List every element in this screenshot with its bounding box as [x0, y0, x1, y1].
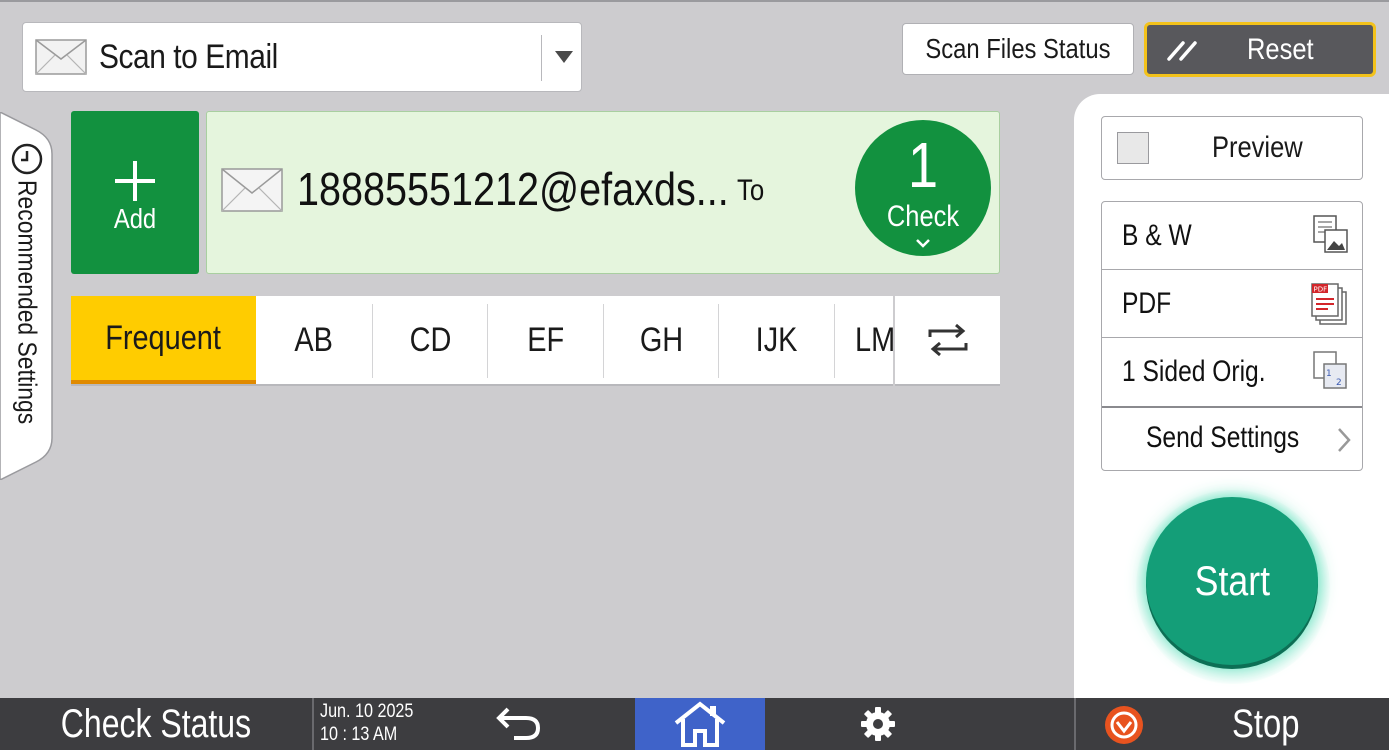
svg-text:2: 2	[1336, 378, 1342, 388]
index-tab-frequent[interactable]: Frequent	[71, 296, 256, 384]
app-selector-label: Scan to Email	[99, 37, 278, 76]
swap-arrows-icon	[928, 323, 967, 357]
setting-file-type[interactable]: PDF PDF	[1102, 270, 1362, 338]
reset-button[interactable]: Reset	[1144, 22, 1376, 77]
date-text: Jun. 10 2025	[320, 701, 414, 722]
preview-label: Preview	[1212, 131, 1303, 164]
chevron-right-icon	[1338, 428, 1351, 452]
switch-index-button[interactable]	[895, 296, 1000, 386]
check-status-label: Check Status	[60, 701, 252, 746]
dropdown-caret-icon[interactable]	[555, 51, 573, 63]
index-tab-ab[interactable]: AB	[256, 296, 372, 384]
home-icon	[674, 701, 726, 747]
reset-label: Reset	[1247, 33, 1314, 66]
bar-separator	[1074, 698, 1076, 750]
preview-toggle[interactable]: Preview	[1101, 116, 1363, 180]
clock-icon	[11, 143, 43, 175]
destination-panel[interactable]: 18885551212@efaxds... To 1 Check	[206, 111, 1000, 274]
stop-button[interactable]: Stop	[1232, 698, 1314, 750]
one-sided-original-icon: 1 2	[1313, 351, 1347, 389]
app-selector-dropdown[interactable]: Scan to Email	[22, 22, 582, 92]
destination-address: 18885551212@efaxds...	[297, 163, 729, 215]
index-tab-lmn[interactable]: LMN	[855, 296, 893, 384]
home-button[interactable]	[635, 698, 765, 750]
add-destination-button[interactable]: Add	[71, 111, 199, 274]
top-edge	[0, 0, 1389, 2]
scan-files-status-button[interactable]: Scan Files Status	[902, 23, 1134, 75]
scan-files-status-label: Scan Files Status	[925, 33, 1111, 64]
stop-icon[interactable]	[1104, 705, 1144, 745]
bar-separator	[312, 698, 314, 750]
send-settings-label: Send Settings	[1146, 421, 1300, 454]
destination-count: 1	[907, 129, 939, 201]
tab-separator	[834, 304, 835, 378]
setting-label: PDF	[1122, 287, 1172, 320]
setting-label: 1 Sided Orig.	[1122, 355, 1266, 388]
dropdown-divider	[541, 35, 542, 81]
index-tab-ijk[interactable]: IJK	[719, 296, 834, 384]
recommended-settings-label: Recommended Settings	[12, 180, 43, 425]
quick-settings-list: B & W PDF PDF 1 Sided Orig. 1 2 Send Set…	[1101, 201, 1363, 471]
send-settings-button[interactable]: Send Settings	[1102, 406, 1362, 470]
reset-icon	[1167, 41, 1197, 61]
gear-icon[interactable]	[858, 704, 898, 744]
back-icon[interactable]	[488, 702, 548, 746]
date-time-display: Jun. 10 2025 10 : 13 AM	[320, 700, 413, 746]
bw-image-icon	[1313, 215, 1348, 253]
time-text: 10 : 13 AM	[320, 724, 398, 745]
pdf-file-icon: PDF	[1311, 283, 1347, 325]
svg-text:1: 1	[1326, 369, 1332, 379]
start-button[interactable]: Start	[1146, 497, 1318, 665]
index-tab-ef[interactable]: EF	[488, 296, 603, 384]
index-tab-gh[interactable]: GH	[604, 296, 719, 384]
index-tab-cd[interactable]: CD	[373, 296, 488, 384]
preview-checkbox[interactable]	[1117, 132, 1149, 164]
destination-field-label: To	[737, 174, 765, 207]
check-status-button[interactable]: Check Status	[0, 698, 312, 750]
check-destinations-button[interactable]: 1 Check	[855, 120, 991, 256]
svg-text:PDF: PDF	[1314, 286, 1328, 294]
setting-original-sides[interactable]: 1 Sided Orig. 1 2	[1102, 338, 1362, 406]
stop-label: Stop	[1232, 701, 1300, 746]
setting-color-mode[interactable]: B & W	[1102, 202, 1362, 270]
setting-label: B & W	[1122, 219, 1192, 252]
system-bar: Check Status Jun. 10 2025 10 : 13 AM Sto	[0, 698, 1389, 750]
address-book-index-tabs: Frequent AB CD EF GH IJK LMN	[71, 296, 893, 386]
start-label: Start	[1194, 557, 1270, 604]
add-label: Add	[113, 203, 157, 234]
chevron-down-icon	[916, 239, 930, 248]
recommended-settings-tab[interactable]: Recommended Settings	[0, 112, 54, 480]
envelope-icon	[35, 39, 87, 75]
check-label: Check	[886, 200, 960, 233]
plus-icon	[115, 161, 155, 201]
envelope-icon	[221, 168, 283, 212]
